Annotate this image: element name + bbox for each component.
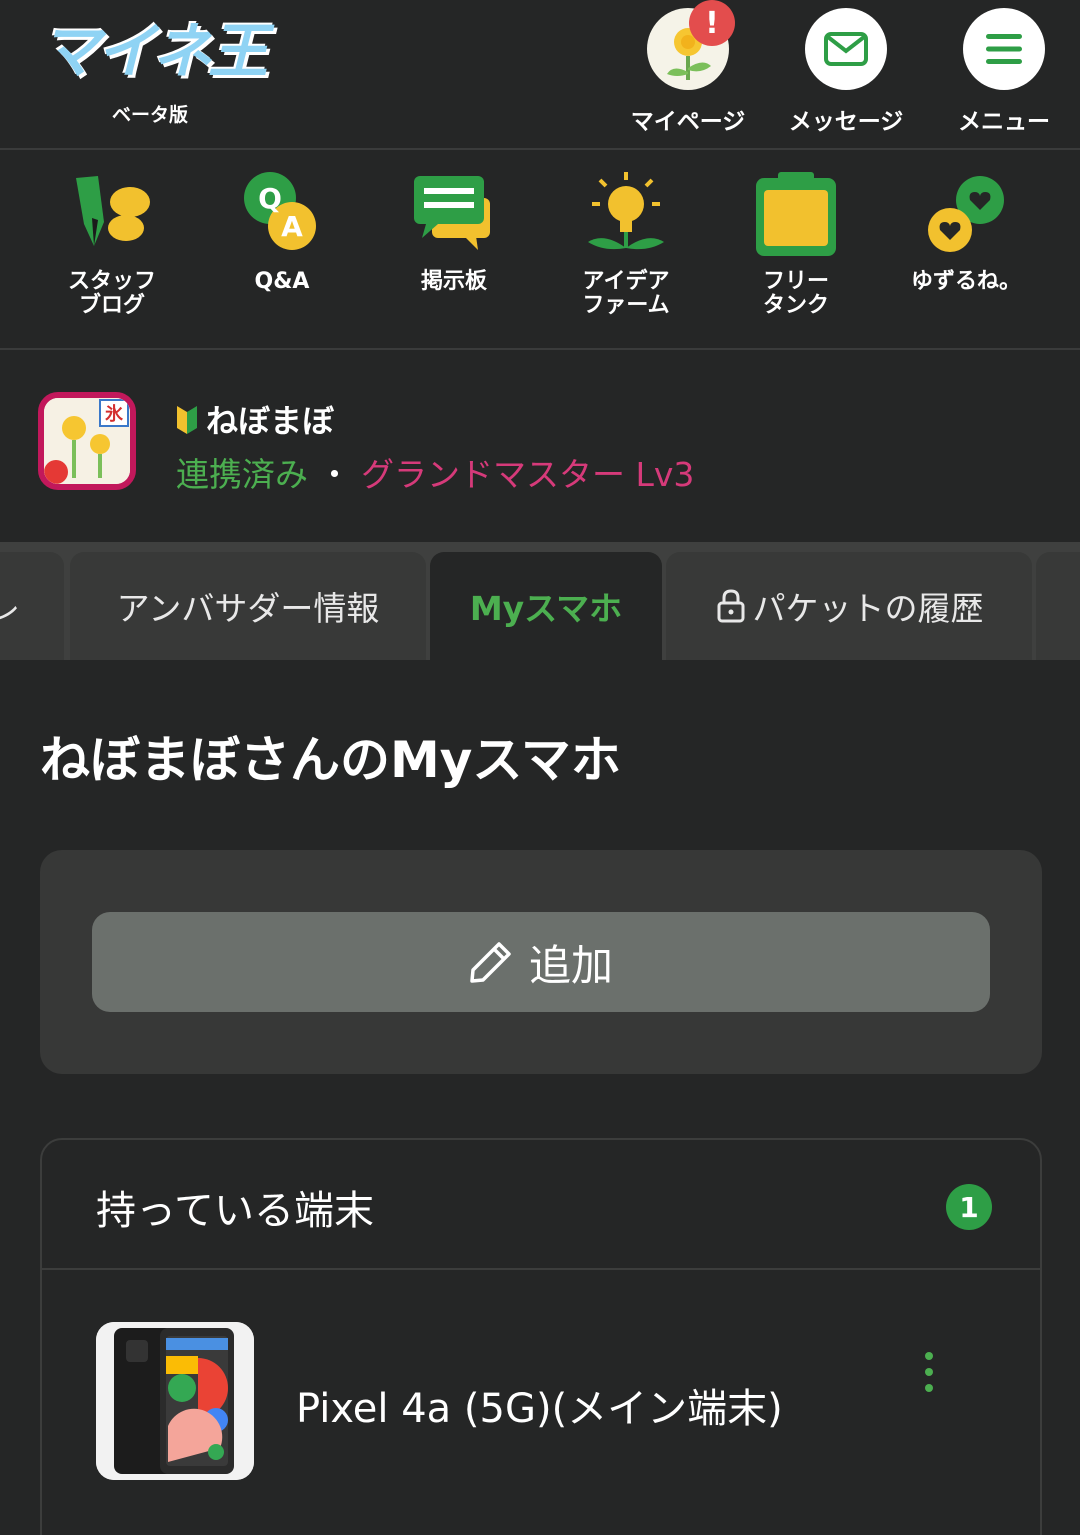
profile-tabs: レ アンバサダー情報 Myスマホ パケットの履歴 bbox=[0, 542, 1080, 660]
pen-chat-icon bbox=[64, 168, 160, 264]
add-device-button[interactable]: 追加 bbox=[92, 912, 990, 1012]
nav-label-qa: Q&A bbox=[254, 269, 310, 294]
nav-item-board[interactable]: 掲示板 bbox=[374, 168, 534, 294]
messages-circle bbox=[805, 8, 887, 90]
nav-item-free-tank[interactable]: フリー タンク bbox=[716, 168, 876, 318]
kebab-dot bbox=[925, 1384, 933, 1392]
logo-beta-label: ベータ版 bbox=[112, 104, 189, 126]
messages-button[interactable]: メッセージ bbox=[776, 8, 916, 136]
messages-label: メッセージ bbox=[788, 109, 904, 135]
qa-a-letter: A bbox=[281, 210, 303, 243]
qa-bubbles-icon: Q A bbox=[234, 168, 330, 264]
menu-button[interactable]: メニュー bbox=[934, 8, 1074, 136]
mypage-button[interactable]: ! マイページ bbox=[618, 0, 758, 136]
devices-header: 持っている端末 1 bbox=[42, 1140, 1040, 1270]
device-name: Pixel 4a (5G)(メイン端末) bbox=[296, 1386, 783, 1432]
kebab-dot bbox=[925, 1352, 933, 1360]
logo-text: マイネ王 bbox=[40, 17, 268, 87]
tab-label-partial: レ bbox=[0, 589, 20, 628]
add-device-card: 追加 bbox=[40, 850, 1042, 1074]
menu-label: メニュー bbox=[958, 109, 1050, 135]
device-count-badge: 1 bbox=[946, 1184, 992, 1230]
nav-label-idea-farm: アイデア ファーム bbox=[582, 269, 670, 318]
page-title: ねぼまぼさんのMyスマホ bbox=[40, 731, 621, 789]
tab-label-packet-history: パケットの履歴 bbox=[752, 589, 984, 628]
board-chat-icon bbox=[406, 168, 502, 264]
device-list-item[interactable]: Pixel 4a (5G)(メイン端末) bbox=[42, 1272, 1040, 1532]
tab-label-ambassador: アンバサダー情報 bbox=[116, 589, 380, 628]
owned-devices-card: 持っている端末 1 Pixel 4a (5G)(メイン端末) bbox=[40, 1138, 1042, 1535]
tab-packet-history[interactable]: パケットの履歴 bbox=[666, 552, 1032, 660]
user-avatar[interactable]: 氷 bbox=[38, 392, 136, 490]
heart-bubbles-icon bbox=[918, 168, 1014, 264]
lightbulb-sprout-icon bbox=[578, 168, 674, 264]
user-name: ねぼまぼ bbox=[176, 396, 334, 442]
site-logo[interactable]: マイネ王 ベータ版 bbox=[40, 14, 270, 126]
devices-title: 持っている端末 bbox=[96, 1188, 374, 1234]
user-status: 連携済み・グランドマスター Lv3 bbox=[176, 448, 694, 496]
device-image bbox=[96, 1322, 254, 1480]
mypage-label: マイページ bbox=[630, 109, 746, 135]
tab-ambassador-info[interactable]: アンバサダー情報 bbox=[70, 552, 426, 660]
more-options-icon[interactable] bbox=[914, 1352, 944, 1392]
service-nav: スタッフ ブログ Q A Q&A 掲示板 アイデア ファーム フリー タンク ゆ… bbox=[0, 150, 1080, 350]
nav-item-idea-farm[interactable]: アイデア ファーム bbox=[546, 168, 706, 318]
user-rank: グランドマスター Lv3 bbox=[361, 455, 695, 494]
kebab-dot bbox=[925, 1368, 933, 1376]
dandelion-shaved-ice-icon: 氷 bbox=[44, 398, 130, 484]
svg-text:氷: 氷 bbox=[105, 403, 124, 425]
nav-label-staff-blog: スタッフ ブログ bbox=[67, 269, 156, 318]
tab-next-partial[interactable] bbox=[1036, 552, 1080, 660]
beginner-mark-icon bbox=[177, 406, 197, 434]
nav-label-yuzurune: ゆずるね。 bbox=[910, 269, 1021, 294]
tab-label-my-smartphone: Myスマホ bbox=[469, 589, 623, 628]
user-profile: 氷 ねぼまぼ 連携済み・グランドマスター Lv3 bbox=[0, 352, 1080, 542]
tab-my-smartphone[interactable]: Myスマホ bbox=[430, 552, 662, 660]
app-header: マイネ王 ベータ版 ! マイページ メッセージ メニュー bbox=[0, 0, 1080, 150]
status-separator: ・ bbox=[318, 455, 351, 494]
nav-item-yuzurune[interactable]: ゆずるね。 bbox=[886, 168, 1046, 294]
hamburger-icon bbox=[986, 34, 1022, 64]
envelope-icon bbox=[824, 32, 868, 66]
nav-item-staff-blog[interactable]: スタッフ ブログ bbox=[32, 168, 192, 318]
pencil-icon bbox=[470, 942, 511, 983]
nav-label-free-tank: フリー タンク bbox=[762, 269, 829, 318]
linked-status: 連携済み bbox=[176, 455, 308, 494]
tank-icon bbox=[748, 168, 844, 264]
add-button-label: 追加 bbox=[528, 941, 613, 989]
nav-label-board: 掲示板 bbox=[420, 269, 487, 294]
user-name-text: ねぼまぼ bbox=[206, 402, 335, 440]
nav-item-qa[interactable]: Q A Q&A bbox=[202, 168, 362, 294]
notification-badge: ! bbox=[689, 0, 735, 46]
mypage-avatar: ! bbox=[647, 0, 735, 90]
tab-profile-partial[interactable]: レ bbox=[0, 552, 64, 660]
qa-q-letter: Q bbox=[258, 182, 282, 215]
menu-circle bbox=[963, 8, 1045, 90]
lock-icon bbox=[717, 589, 744, 623]
